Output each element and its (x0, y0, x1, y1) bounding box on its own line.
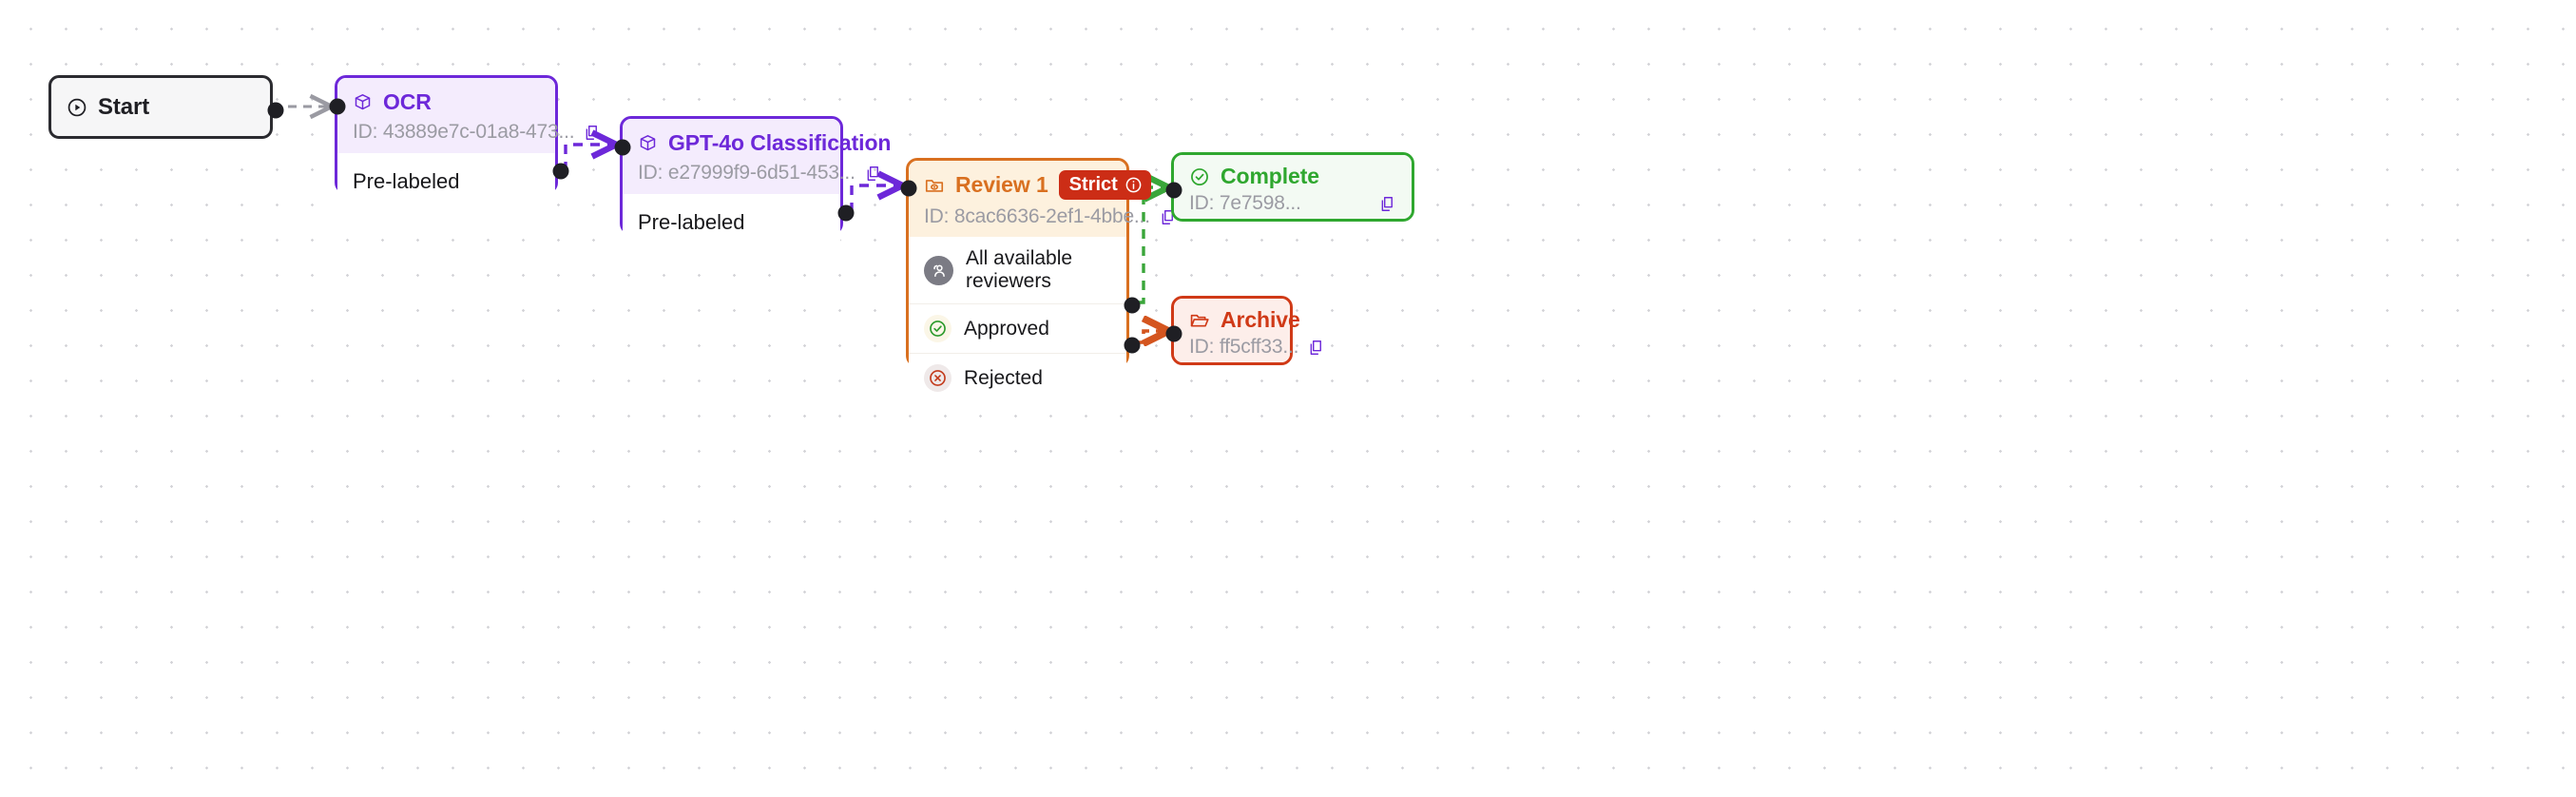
ocr-body-label: Pre-labeled (353, 169, 460, 193)
gpt-title-row: GPT-4o Classification (638, 130, 891, 156)
gpt-input-port[interactable] (614, 139, 631, 156)
review-row-reviewers-label: All available reviewers (966, 247, 1073, 292)
strict-badge[interactable]: Strict (1058, 170, 1151, 200)
complete-id-text: ID: 7e7598... (1189, 192, 1301, 214)
node-start[interactable]: Start (48, 75, 284, 139)
x-circle-icon (924, 364, 952, 392)
ocr-id-row: ID: 43889e7c-01a8-473... (353, 121, 598, 144)
play-circle-icon (67, 97, 87, 118)
archive-header: Archive ID: ff5cff33... (1174, 299, 1322, 362)
cube-icon (353, 92, 373, 112)
node-complete[interactable]: Complete ID: 7e7598... (1165, 152, 1414, 222)
copy-icon[interactable] (1378, 195, 1396, 213)
review-row-rejected-label: Rejected (964, 366, 1043, 389)
gpt-id-text: ID: e27999f9-6d51-453... (638, 162, 855, 184)
complete-header: Complete ID: 7e7598... (1174, 155, 1412, 219)
node-archive[interactable]: Archive ID: ff5cff33... (1165, 296, 1322, 365)
review-row-approved[interactable]: Approved (909, 303, 1126, 353)
review-row-reviewers[interactable]: All available reviewers (909, 237, 1126, 303)
open-folder-icon (1189, 310, 1210, 331)
ocr-input-port[interactable] (329, 98, 346, 115)
copy-icon[interactable] (1307, 339, 1325, 357)
start-title-row: Start (67, 94, 149, 121)
review-title-row: Review 1 Strict (924, 170, 1151, 200)
node-review-1[interactable]: Review 1 Strict ID: 8cac6636-2ef1-4bbe..… (900, 158, 1173, 402)
archive-title: Archive (1221, 307, 1300, 332)
review-approved-output-port[interactable] (1124, 297, 1141, 314)
review-rejected-output-port[interactable] (1124, 337, 1141, 354)
gpt-header: GPT-4o Classification ID: e27999f9-6d51-… (623, 119, 891, 194)
check-circle-icon (924, 315, 952, 342)
review-row-approved-label: Approved (964, 317, 1049, 340)
archive-input-port[interactable] (1165, 325, 1182, 342)
review-body: All available reviewers Approved Rejecte… (909, 237, 1126, 402)
complete-input-port[interactable] (1165, 182, 1182, 199)
review-id-text: ID: 8cac6636-2ef1-4bbe... (924, 205, 1150, 227)
copy-icon[interactable] (864, 165, 882, 183)
ocr-output-port[interactable] (552, 163, 569, 180)
ocr-header: OCR ID: 43889e7c-01a8-473... (337, 78, 598, 153)
strict-badge-label: Strict (1068, 174, 1118, 195)
ocr-body: Pre-labeled (337, 153, 555, 213)
review-header: Review 1 Strict ID: 8cac6636-2ef1-4bbe..… (909, 161, 1173, 237)
complete-title-row: Complete (1189, 164, 1396, 189)
archive-title-row: Archive (1189, 307, 1300, 333)
ocr-id-text: ID: 43889e7c-01a8-473... (353, 121, 575, 143)
complete-id-row: ID: 7e7598... (1189, 192, 1396, 215)
gpt-body-label: Pre-labeled (638, 210, 745, 234)
gpt-id-row: ID: e27999f9-6d51-453... (638, 162, 878, 185)
gpt-body: Pre-labeled (623, 194, 840, 254)
review-title: Review 1 (955, 172, 1048, 197)
start-output-port[interactable] (267, 102, 284, 119)
review-id-row: ID: 8cac6636-2ef1-4bbe... (924, 205, 1173, 228)
gpt-output-port[interactable] (837, 204, 855, 222)
copy-icon[interactable] (583, 124, 601, 142)
start-title: Start (98, 93, 150, 120)
reviewers-avatar-icon (924, 255, 953, 285)
archive-id-text: ID: ff5cff33... (1189, 336, 1299, 358)
cube-icon (638, 133, 658, 153)
ocr-title: OCR (383, 89, 432, 114)
gpt-title: GPT-4o Classification (668, 130, 892, 155)
ocr-title-row: OCR (353, 89, 540, 115)
complete-title: Complete (1221, 164, 1319, 188)
info-icon[interactable] (1125, 176, 1143, 194)
workflow-canvas[interactable]: Start OCR ID: 43889e7c-01a8-473... Pre-l… (0, 0, 2576, 797)
check-circle-icon (1189, 166, 1210, 187)
folder-eye-icon (924, 175, 945, 196)
node-gpt-classification[interactable]: GPT-4o Classification ID: e27999f9-6d51-… (614, 116, 891, 254)
node-ocr[interactable]: OCR ID: 43889e7c-01a8-473... Pre-labeled (329, 75, 598, 213)
review-input-port[interactable] (900, 180, 917, 197)
review-row-rejected[interactable]: Rejected (909, 353, 1126, 402)
archive-id-row: ID: ff5cff33... (1189, 336, 1322, 359)
